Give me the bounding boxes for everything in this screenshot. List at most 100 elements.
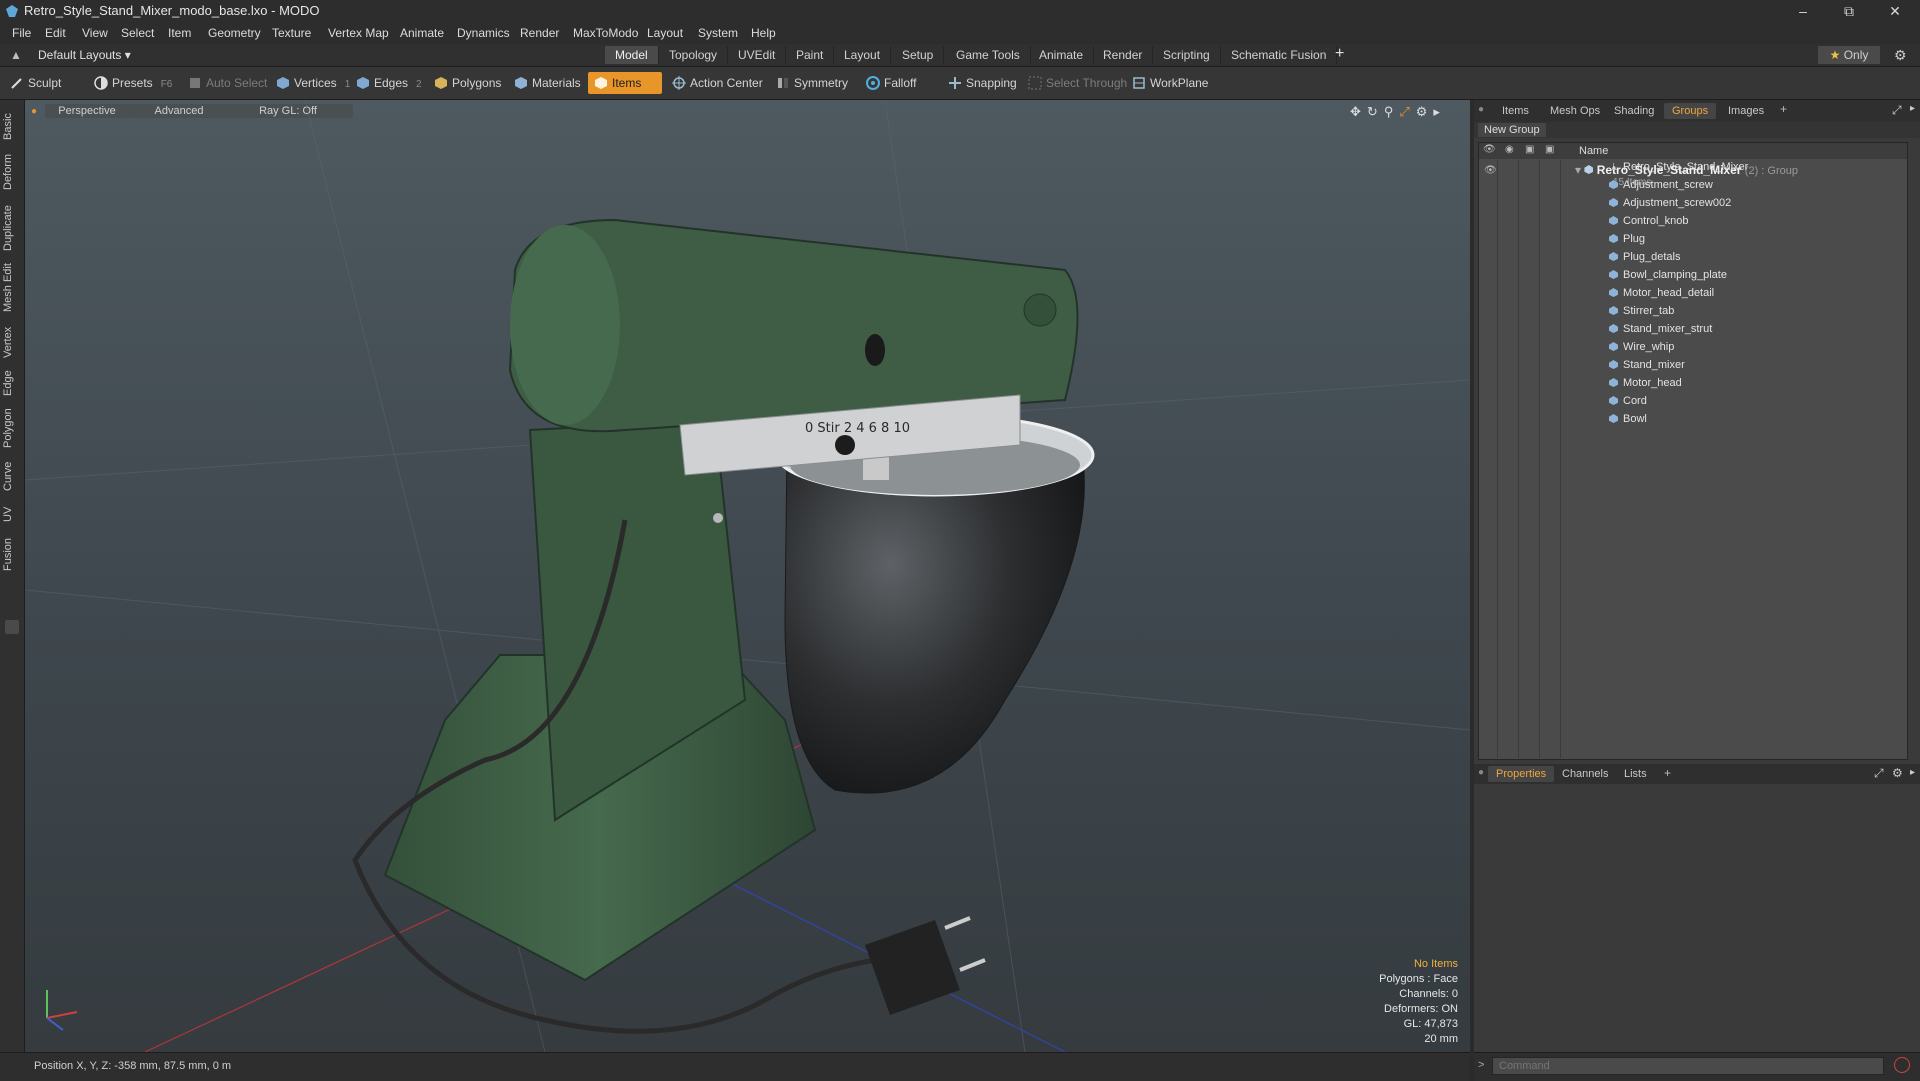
maximize-panel-icon[interactable]: ⤢ xyxy=(1874,766,1884,781)
layout-lock-icon[interactable]: ▲ xyxy=(10,48,22,62)
tab-mesh-ops[interactable]: Mesh Ops xyxy=(1542,103,1608,119)
panel-arrow-icon[interactable]: ▸ xyxy=(1910,767,1915,778)
vtab-polygon[interactable]: Polygon xyxy=(2,404,22,452)
tree-item[interactable]: Cord xyxy=(1609,392,1647,410)
menu-dynamics[interactable]: Dynamics xyxy=(457,26,510,40)
render-column-icon[interactable]: ◉ xyxy=(1505,144,1514,155)
menu-view[interactable]: View xyxy=(82,26,108,40)
minimize-icon[interactable]: – xyxy=(1780,0,1826,22)
lock-column-icon[interactable]: ▣ xyxy=(1525,144,1534,155)
tab-properties[interactable]: Properties xyxy=(1488,766,1555,782)
panel-arrow-icon[interactable]: ▸ xyxy=(1910,103,1915,114)
only-toggle[interactable]: ★ Only xyxy=(1818,46,1880,64)
items-button[interactable]: Items xyxy=(588,72,662,94)
menu-edit[interactable]: Edit xyxy=(45,26,66,40)
materials-button[interactable]: Materials xyxy=(508,72,589,94)
add-panel-tab-button[interactable]: + xyxy=(1664,766,1671,780)
select-through-button[interactable]: Select Through xyxy=(1022,72,1135,94)
tree-item[interactable]: Motor_head xyxy=(1609,374,1682,392)
vtab-deform[interactable]: Deform xyxy=(2,150,22,194)
groups-scrollbar[interactable] xyxy=(1908,142,1916,758)
menu-geometry[interactable]: Geometry xyxy=(208,26,261,40)
symmetry-button[interactable]: Symmetry xyxy=(770,72,856,94)
tab-channels[interactable]: Channels xyxy=(1554,766,1616,782)
workplane-button[interactable]: WorkPlane xyxy=(1126,72,1216,94)
menu-maxtomodo[interactable]: MaxToModo xyxy=(573,26,638,40)
auto-select-button[interactable]: Auto Select xyxy=(182,72,275,94)
sculpt-button[interactable]: Sculpt xyxy=(4,72,96,94)
menu-render[interactable]: Render xyxy=(520,26,559,40)
tab-model[interactable]: Model xyxy=(605,46,659,64)
vtab-vertex[interactable]: Vertex xyxy=(2,320,22,364)
maximize-panel-icon[interactable]: ⤢ xyxy=(1892,103,1902,118)
tree-item[interactable]: Stand_mixer_strut xyxy=(1609,320,1712,338)
tree-item[interactable]: Bowl xyxy=(1609,410,1647,428)
tab-animate[interactable]: Animate xyxy=(1029,46,1095,64)
vtab-duplicate[interactable]: Duplicate xyxy=(2,200,22,256)
polygons-button[interactable]: Polygons xyxy=(428,72,509,94)
collapse-arrow-icon[interactable]: ▾ xyxy=(1575,163,1581,177)
group-visibility-toggle[interactable]: 👁 xyxy=(1484,165,1497,176)
action-center-button[interactable]: Action Center xyxy=(666,72,771,94)
presets-button[interactable]: Presets F6 xyxy=(88,72,180,94)
menu-item[interactable]: Item xyxy=(168,26,191,40)
menu-select[interactable]: Select xyxy=(121,26,154,40)
tab-paint[interactable]: Paint xyxy=(786,46,835,64)
tree-item[interactable]: Adjustment_screw xyxy=(1609,176,1713,194)
tab-groups[interactable]: Groups xyxy=(1664,103,1717,119)
tab-lists[interactable]: Lists xyxy=(1616,766,1655,782)
edges-button[interactable]: Edges 2 xyxy=(350,72,430,94)
menu-texture[interactable]: Texture xyxy=(272,26,311,40)
command-history-icon[interactable] xyxy=(1894,1057,1910,1073)
3d-viewport[interactable]: ● Perspective Advanced Ray GL: Off ✥↻⚲⤢⚙… xyxy=(25,100,1470,1052)
vtab-uv[interactable]: UV xyxy=(2,500,22,528)
vtab-edge[interactable]: Edge xyxy=(2,366,22,400)
tab-schematic-fusion[interactable]: Schematic Fusion xyxy=(1221,46,1338,64)
groups-list[interactable]: 👁 ◉ ▣ ▣ Name 👁 ▾ Retro_Style_Stand_Mixer… xyxy=(1478,142,1908,760)
vtab-mesh-edit[interactable]: Mesh Edit xyxy=(2,260,22,316)
close-icon[interactable]: ✕ xyxy=(1872,0,1918,22)
tab-topology[interactable]: Topology xyxy=(659,46,729,64)
tab-images[interactable]: Images xyxy=(1720,103,1772,119)
vtab-curve[interactable]: Curve xyxy=(2,456,22,496)
tree-item[interactable]: Control_knob xyxy=(1609,212,1688,230)
tab-setup[interactable]: Setup xyxy=(892,46,945,64)
tab-items[interactable]: Items xyxy=(1494,103,1537,119)
menu-system[interactable]: System xyxy=(698,26,738,40)
visibility-column-icon[interactable]: 👁 xyxy=(1483,144,1496,155)
menu-vertex-map[interactable]: Vertex Map xyxy=(328,26,389,40)
select-column-icon[interactable]: ▣ xyxy=(1545,144,1554,155)
tree-item[interactable]: Adjustment_screw002 xyxy=(1609,194,1731,212)
tab-render[interactable]: Render xyxy=(1093,46,1154,64)
vtab-fusion[interactable]: Fusion xyxy=(2,532,22,576)
menu-help[interactable]: Help xyxy=(751,26,776,40)
snapping-button[interactable]: Snapping xyxy=(942,72,1025,94)
falloff-button[interactable]: Falloff xyxy=(860,72,924,94)
new-group-button[interactable]: New Group xyxy=(1478,123,1546,137)
tree-item[interactable]: Wire_whip xyxy=(1609,338,1674,356)
tree-item[interactable]: Plug_detals xyxy=(1609,248,1681,266)
tab-shading[interactable]: Shading xyxy=(1606,103,1662,119)
add-tab-button[interactable]: + xyxy=(1335,45,1344,63)
tree-item[interactable]: Bowl_clamping_plate xyxy=(1609,266,1727,284)
gear-icon[interactable]: ⚙ xyxy=(1894,47,1907,64)
command-input[interactable] xyxy=(1492,1057,1884,1075)
vtab-basic[interactable]: Basic xyxy=(2,108,22,146)
tree-item[interactable]: Motor_head_detail xyxy=(1609,284,1714,302)
vertices-button[interactable]: Vertices 1 xyxy=(270,72,358,94)
panel-menu-icon[interactable]: ● xyxy=(1478,767,1484,778)
tree-item[interactable]: Stirrer_tab xyxy=(1609,302,1674,320)
panel-settings-icon[interactable]: ⚙ xyxy=(1892,766,1903,780)
menu-animate[interactable]: Animate xyxy=(400,26,444,40)
tree-item[interactable]: ⊥ Retro_Style_Stand_Mixer xyxy=(1609,158,1748,176)
menu-file[interactable]: File xyxy=(12,26,31,40)
tree-item[interactable]: Plug xyxy=(1609,230,1645,248)
restore-icon[interactable]: ⧉ xyxy=(1826,0,1872,22)
tree-item[interactable]: Stand_mixer xyxy=(1609,356,1685,374)
add-panel-tab-button[interactable]: + xyxy=(1780,102,1787,116)
tab-game-tools[interactable]: Game Tools xyxy=(946,46,1031,64)
panel-toggle-button[interactable] xyxy=(5,620,19,634)
tab-layout[interactable]: Layout xyxy=(834,46,892,64)
layout-preset-dropdown[interactable]: Default Layouts ▾ xyxy=(38,48,131,62)
menu-layout[interactable]: Layout xyxy=(647,26,683,40)
